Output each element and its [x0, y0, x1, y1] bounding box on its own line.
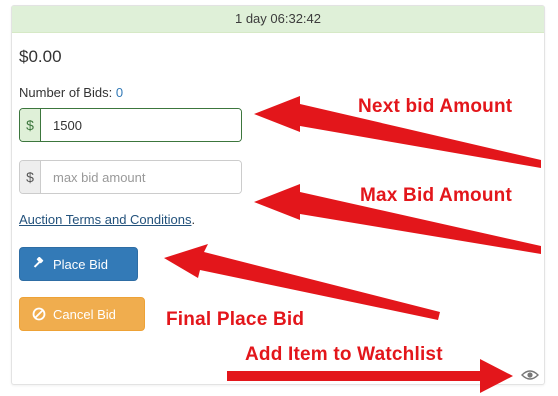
annotation-max-bid: Max Bid Amount: [360, 185, 512, 206]
annotation-final-place: Final Place Bid: [166, 309, 305, 330]
annotation-watchlist: Add Item to Watchlist: [245, 344, 443, 365]
annotation-next-bid: Next bid Amount: [358, 96, 513, 117]
